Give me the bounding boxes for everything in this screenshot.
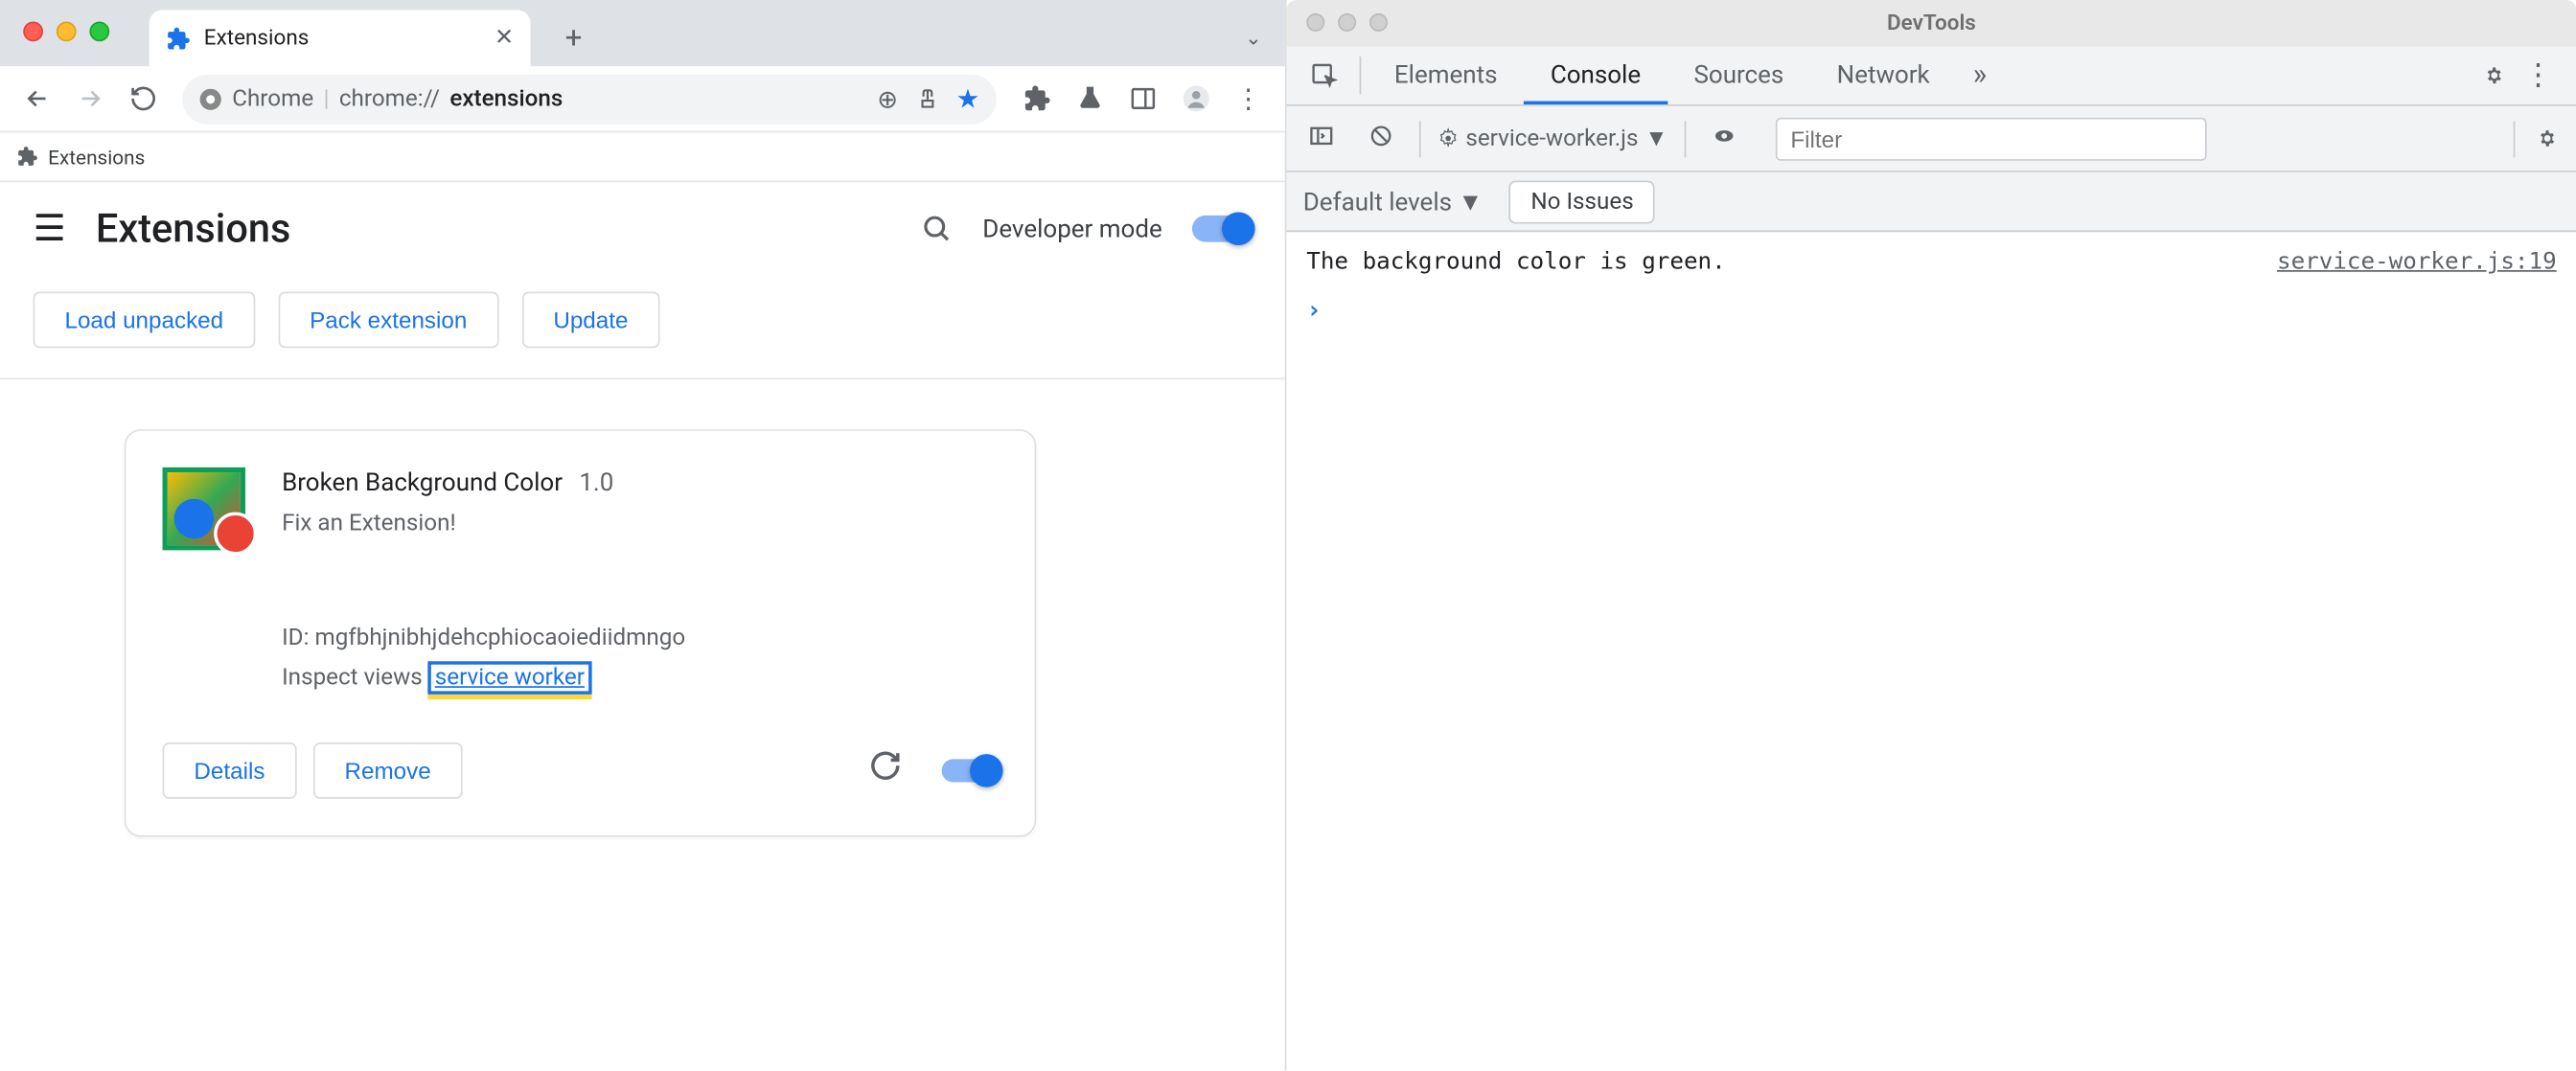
update-button[interactable]: Update — [521, 291, 659, 348]
prompt-caret-icon: › — [1306, 295, 1322, 325]
new-tab-button[interactable]: + — [550, 21, 596, 56]
devtools-title: DevTools — [1887, 11, 1976, 35]
tab-sources[interactable]: Sources — [1668, 46, 1810, 104]
inspect-views-label: Inspect views — [282, 664, 423, 691]
maximize-window-icon[interactable] — [89, 21, 109, 41]
extension-description: Fix an Extension! — [282, 511, 998, 537]
remove-button[interactable]: Remove — [313, 741, 463, 798]
developer-mode-toggle[interactable] — [1192, 216, 1252, 242]
devtools-menu-icon[interactable]: ⋮ — [2523, 58, 2553, 93]
page-header: ☰ Extensions Developer mode — [0, 182, 1285, 275]
bookmark-bar: Extensions — [0, 132, 1285, 182]
extension-id: mgfbhjnibhjdehcphiocaoiediidmngo — [314, 625, 685, 651]
extension-enable-toggle[interactable] — [942, 759, 999, 782]
filter-input[interactable] — [1776, 117, 2207, 160]
extension-app-icon — [163, 467, 246, 550]
browser-toolbar: Chrome | chrome://extensions ⊕ ★ ⋮ — [0, 66, 1285, 132]
tab-title: Extensions — [204, 26, 310, 51]
bookmark-item[interactable]: Extensions — [48, 145, 145, 168]
console-prompt[interactable]: › — [1303, 282, 2560, 338]
window-controls — [23, 21, 109, 41]
minimize-window-icon[interactable] — [1338, 13, 1356, 32]
log-levels-selector[interactable]: Default levels ▼ — [1303, 187, 1483, 216]
menu-icon[interactable]: ☰ — [34, 208, 66, 249]
zoom-icon[interactable]: ⊕ — [877, 83, 898, 113]
clear-console-icon[interactable] — [1360, 122, 1403, 155]
details-button[interactable]: Details — [163, 741, 297, 798]
inspect-element-icon[interactable] — [1297, 46, 1353, 104]
chrome-logo-icon — [199, 87, 222, 110]
console-filter-row2: Default levels ▼ No Issues — [1286, 172, 2576, 232]
devtools-window-controls — [1306, 13, 1388, 32]
dropdown-icon: ▼ — [1644, 125, 1668, 152]
gear-icon — [1438, 127, 1459, 148]
devtools-titlebar: DevTools — [1286, 0, 2576, 46]
chrome-window: Extensions ✕ + ⌄ Chrome | chrome://exten… — [0, 0, 1286, 1071]
context-name: service-worker.js — [1465, 125, 1638, 152]
tab-network[interactable]: Network — [1810, 46, 1956, 104]
side-panel-icon[interactable] — [1119, 76, 1165, 122]
service-worker-link[interactable]: service worker — [428, 661, 591, 695]
tab-console[interactable]: Console — [1524, 46, 1668, 104]
close-tab-icon[interactable]: ✕ — [494, 25, 514, 52]
log-source-link[interactable]: service-worker.js:19 — [2277, 249, 2557, 276]
tab-elements[interactable]: Elements — [1368, 46, 1524, 104]
kebab-menu-icon[interactable]: ⋮ — [1225, 76, 1271, 122]
extensions-icon[interactable] — [1013, 76, 1059, 122]
developer-mode-label: Developer mode — [982, 214, 1162, 243]
devtools-window: DevTools Elements Console Sources Networ… — [1286, 0, 2576, 1071]
minimize-window-icon[interactable] — [57, 21, 77, 41]
back-button[interactable] — [13, 76, 59, 122]
page-title: Extensions — [96, 206, 291, 252]
extension-name: Broken Background Color — [282, 467, 563, 497]
issues-button[interactable]: No Issues — [1509, 180, 1655, 223]
devtools-tabs: Elements Console Sources Network » ⋮ — [1286, 46, 2576, 105]
load-unpacked-button[interactable]: Load unpacked — [34, 291, 255, 348]
browser-tab[interactable]: Extensions ✕ — [150, 10, 531, 66]
live-expression-icon[interactable] — [1703, 122, 1746, 155]
close-window-icon[interactable] — [23, 21, 43, 41]
tab-strip: Extensions ✕ + ⌄ — [0, 0, 1285, 66]
reload-button[interactable] — [120, 76, 166, 122]
extension-id-label: ID: — [282, 625, 309, 651]
search-icon[interactable] — [920, 212, 954, 245]
forward-button[interactable] — [66, 76, 112, 122]
maximize-window-icon[interactable] — [1369, 13, 1388, 32]
console-settings-icon[interactable] — [2532, 123, 2564, 154]
more-tabs-icon[interactable]: » — [1956, 46, 2003, 104]
console-output: The background color is green. service-w… — [1286, 232, 2576, 348]
pack-extension-button[interactable]: Pack extension — [278, 291, 498, 348]
omnibox[interactable]: Chrome | chrome://extensions ⊕ ★ — [182, 74, 996, 124]
profile-icon[interactable] — [1172, 76, 1218, 122]
tab-list-icon[interactable]: ⌄ — [1245, 27, 1261, 50]
extension-version: 1.0 — [579, 467, 613, 497]
action-row: Load unpacked Pack extension Update — [0, 275, 1285, 379]
extension-card: Broken Background Color 1.0 Fix an Exten… — [125, 429, 1037, 836]
omnibox-prefix: chrome:// — [339, 85, 440, 112]
bookmark-favicon-icon — [16, 146, 37, 167]
labs-icon[interactable] — [1066, 76, 1112, 122]
bookmark-star-icon[interactable]: ★ — [956, 83, 980, 115]
console-sidebar-icon[interactable] — [1300, 122, 1343, 155]
close-window-icon[interactable] — [1306, 13, 1324, 32]
reload-extension-icon[interactable] — [869, 749, 903, 790]
log-message: The background color is green. — [1306, 249, 1725, 276]
settings-icon[interactable] — [2478, 59, 2510, 91]
context-selector[interactable]: service-worker.js ▼ — [1438, 125, 1668, 152]
console-toolbar: service-worker.js ▼ — [1286, 106, 2576, 172]
extension-icon — [166, 26, 191, 51]
share-icon[interactable] — [914, 86, 939, 111]
omnibox-path: extensions — [449, 85, 563, 112]
omnibox-scheme: Chrome — [232, 85, 313, 112]
console-log-entry: The background color is green. service-w… — [1303, 242, 2560, 283]
